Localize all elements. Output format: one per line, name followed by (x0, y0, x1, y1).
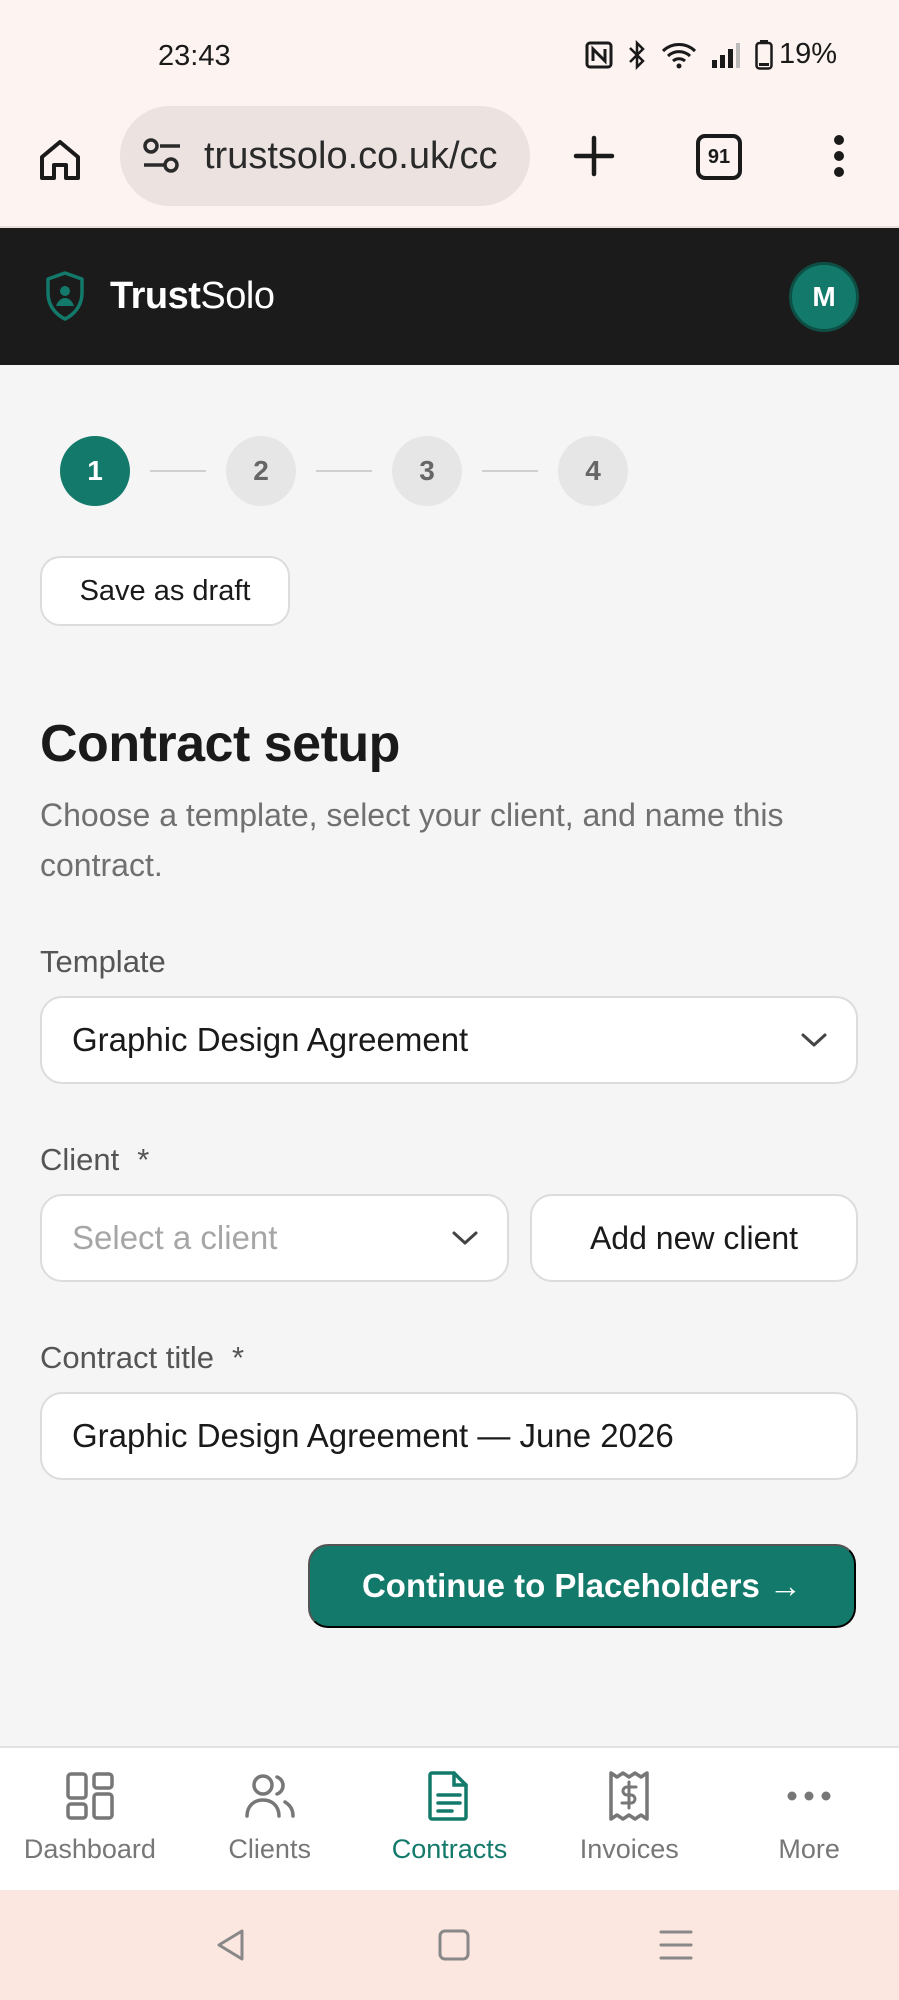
nav-label: More (778, 1834, 840, 1864)
template-value: Graphic Design Agreement (72, 1021, 469, 1058)
nav-more[interactable]: More (719, 1748, 899, 1890)
brand-name: TrustSolo (110, 274, 275, 317)
nav-label: Dashboard (23, 1834, 156, 1864)
menu-lines-icon (659, 1930, 693, 1960)
nav-dashboard[interactable]: Dashboard (0, 1748, 180, 1890)
status-icons: 19% (585, 38, 837, 71)
system-navigation-bar (0, 1890, 899, 2000)
required-marker: * (137, 1142, 150, 1177)
add-client-button[interactable]: Add new client (530, 1194, 858, 1282)
nav-label: Invoices (579, 1834, 679, 1864)
bluetooth-icon (629, 39, 645, 70)
step-2: 2 (226, 436, 296, 506)
step-3: 3 (392, 436, 462, 506)
step-connector (316, 470, 372, 472)
save-draft-button[interactable]: Save as draft (40, 556, 290, 626)
users-icon (242, 1768, 298, 1824)
plus-icon (573, 135, 615, 177)
url-text: trustsolo.co.uk/cc (204, 134, 498, 177)
receipt-icon (601, 1768, 657, 1824)
status-bar: 23:43 19% (0, 0, 899, 100)
site-settings-icon[interactable] (140, 134, 184, 178)
dashboard-icon (62, 1768, 118, 1824)
nav-label: Contracts (391, 1834, 508, 1864)
contract-title-label: Contract title * (40, 1340, 245, 1375)
template-label: Template (40, 944, 166, 979)
battery-icon (755, 39, 773, 70)
document-icon (421, 1768, 477, 1824)
nav-contracts[interactable]: Contracts (360, 1748, 540, 1890)
client-select[interactable]: Select a client (40, 1194, 509, 1282)
contract-title-input[interactable]: Graphic Design Agreement — June 2026 (40, 1392, 858, 1480)
tab-count: 91 (707, 145, 731, 168)
home-button[interactable] (34, 134, 86, 186)
user-avatar[interactable]: M (789, 262, 859, 332)
home-system-button[interactable] (429, 1920, 479, 1970)
browser-toolbar: trustsolo.co.uk/cc 91 (0, 100, 899, 228)
new-tab-button[interactable] (568, 130, 620, 182)
app-header: TrustSolo M (0, 228, 899, 365)
browser-menu-button[interactable] (822, 130, 856, 182)
back-icon (217, 1929, 244, 1961)
wifi-icon (661, 42, 696, 68)
step-connector (150, 470, 206, 472)
nfc-icon (585, 41, 613, 68)
bottom-nav: Dashboard Clients Contracts Invoices Mor… (0, 1746, 899, 1890)
continue-button[interactable]: Continue to Placeholders → (308, 1544, 856, 1628)
nav-clients[interactable]: Clients (180, 1748, 360, 1890)
url-bar[interactable]: trustsolo.co.uk/cc (120, 106, 530, 206)
client-placeholder: Select a client (72, 1219, 278, 1256)
shield-icon (46, 271, 84, 321)
step-connector (482, 470, 538, 472)
page-title: Contract setup (40, 715, 400, 773)
back-button[interactable] (206, 1920, 256, 1970)
template-select[interactable]: Graphic Design Agreement (40, 996, 858, 1084)
required-marker: * (232, 1340, 245, 1375)
nav-invoices[interactable]: Invoices (539, 1748, 719, 1890)
progress-stepper: 1 2 3 4 (60, 436, 628, 506)
signal-icon (711, 42, 740, 68)
recents-button[interactable] (651, 1920, 701, 1970)
square-icon (438, 1929, 470, 1961)
more-icon (781, 1768, 837, 1824)
client-label: Client * (40, 1142, 150, 1177)
battery-percent: 19% (778, 38, 837, 70)
status-time: 23:43 (158, 40, 231, 72)
step-4: 4 (558, 436, 628, 506)
step-1: 1 (60, 436, 130, 506)
page-subtitle: Choose a template, select your client, a… (40, 797, 784, 883)
nav-label: Clients (228, 1834, 311, 1864)
tab-switcher-button[interactable]: 91 (696, 134, 742, 180)
more-vert-icon (834, 135, 844, 177)
home-icon (40, 140, 80, 180)
chevron-down-icon (801, 1033, 827, 1047)
brand-logo[interactable]: TrustSolo (44, 270, 275, 322)
chevron-down-icon (452, 1231, 478, 1245)
